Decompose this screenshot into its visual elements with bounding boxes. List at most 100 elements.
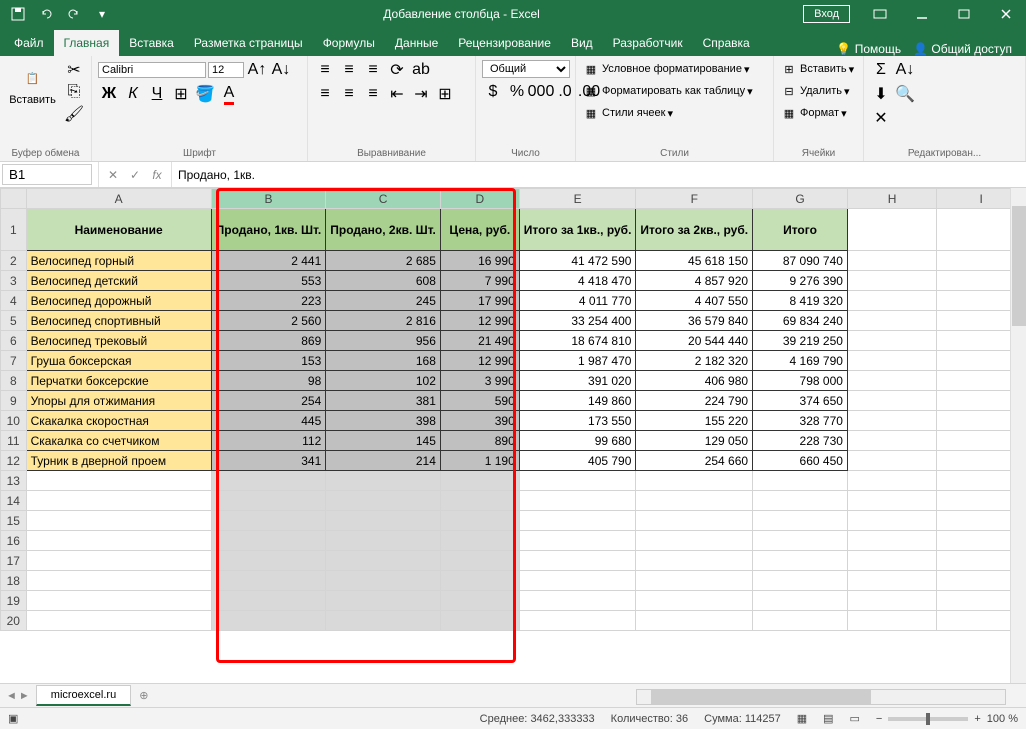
cell[interactable]: 254 <box>211 391 326 411</box>
cell[interactable]: Велосипед спортивный <box>26 311 211 331</box>
redo-icon[interactable] <box>62 3 86 25</box>
cell[interactable]: Велосипед трековый <box>26 331 211 351</box>
cell[interactable] <box>326 491 441 511</box>
cell[interactable] <box>326 471 441 491</box>
cell[interactable] <box>847 351 936 371</box>
italic-icon[interactable]: К <box>122 84 144 104</box>
cell[interactable]: 17 990 <box>440 291 519 311</box>
cell[interactable] <box>326 511 441 531</box>
cell[interactable]: 16 990 <box>440 251 519 271</box>
cell[interactable] <box>519 591 636 611</box>
cell[interactable]: 405 790 <box>519 451 636 471</box>
cell[interactable]: 7 990 <box>440 271 519 291</box>
cell[interactable] <box>326 571 441 591</box>
clear-icon[interactable]: ✕ <box>870 108 892 128</box>
cell[interactable] <box>636 511 753 531</box>
cell[interactable]: 245 <box>326 291 441 311</box>
cell[interactable]: 4 857 920 <box>636 271 753 291</box>
cell[interactable] <box>753 531 848 551</box>
cell[interactable] <box>440 511 519 531</box>
cell[interactable]: 2 441 <box>211 251 326 271</box>
tab-layout[interactable]: Разметка страницы <box>184 30 313 56</box>
cell[interactable] <box>519 531 636 551</box>
cell[interactable]: 660 450 <box>753 451 848 471</box>
cell[interactable]: Турник в дверной проем <box>26 451 211 471</box>
cell[interactable]: 2 685 <box>326 251 441 271</box>
cell[interactable]: 99 680 <box>519 431 636 451</box>
cell[interactable]: 129 050 <box>636 431 753 451</box>
cell[interactable]: 1 987 470 <box>519 351 636 371</box>
view-layout-icon[interactable]: ▤ <box>823 712 833 725</box>
row-header[interactable]: 15 <box>1 511 27 531</box>
cell[interactable]: Скакалка скоростная <box>26 411 211 431</box>
cell[interactable] <box>847 271 936 291</box>
cell[interactable] <box>440 571 519 591</box>
signin-button[interactable]: Вход <box>803 5 850 23</box>
align-left-icon[interactable]: ≡ <box>314 84 336 104</box>
cell[interactable]: 2 182 320 <box>636 351 753 371</box>
cell[interactable] <box>753 551 848 571</box>
cell[interactable] <box>26 591 211 611</box>
sheet-tab[interactable]: microexcel.ru <box>36 685 131 706</box>
cell[interactable] <box>26 531 211 551</box>
row-header[interactable]: 6 <box>1 331 27 351</box>
cell[interactable] <box>847 551 936 571</box>
cell[interactable]: 341 <box>211 451 326 471</box>
cell[interactable]: 391 020 <box>519 371 636 391</box>
zoom-in-icon[interactable]: + <box>974 713 980 725</box>
cell[interactable] <box>211 491 326 511</box>
add-sheet-icon[interactable]: ⊕ <box>131 689 156 702</box>
row-header[interactable]: 2 <box>1 251 27 271</box>
cell[interactable]: 12 990 <box>440 351 519 371</box>
comma-icon[interactable]: 000 <box>530 82 552 102</box>
align-right-icon[interactable]: ≡ <box>362 84 384 104</box>
increase-decimal-icon[interactable]: .0 <box>554 82 576 102</box>
zoom-out-icon[interactable]: − <box>876 713 882 725</box>
cell[interactable]: 149 860 <box>519 391 636 411</box>
cell[interactable]: 228 730 <box>753 431 848 451</box>
row-header[interactable]: 14 <box>1 491 27 511</box>
cell[interactable] <box>440 591 519 611</box>
cell[interactable] <box>26 511 211 531</box>
font-size-input[interactable] <box>208 62 244 78</box>
row-header[interactable]: 4 <box>1 291 27 311</box>
cell[interactable] <box>753 571 848 591</box>
fx-icon[interactable]: fx <box>147 168 167 182</box>
cell[interactable] <box>636 471 753 491</box>
cell[interactable] <box>211 531 326 551</box>
font-name-input[interactable] <box>98 62 206 78</box>
col-header-B[interactable]: B <box>211 189 326 209</box>
find-icon[interactable]: 🔍 <box>894 84 916 104</box>
cell[interactable] <box>847 371 936 391</box>
cell[interactable] <box>211 571 326 591</box>
cell[interactable]: 8 419 320 <box>753 291 848 311</box>
decrease-font-icon[interactable]: A↓ <box>270 60 292 80</box>
cell[interactable]: 12 990 <box>440 311 519 331</box>
cell[interactable]: Велосипед дорожный <box>26 291 211 311</box>
cell[interactable] <box>211 611 326 631</box>
format-table-button[interactable]: ▦Форматировать как таблицу ▾ <box>582 82 753 100</box>
tab-file[interactable]: Файл <box>4 30 54 56</box>
cell[interactable]: Упоры для отжимания <box>26 391 211 411</box>
cell[interactable] <box>519 571 636 591</box>
delete-button[interactable]: ⊟Удалить ▾ <box>780 82 850 100</box>
cell[interactable] <box>847 571 936 591</box>
cell[interactable]: 590 <box>440 391 519 411</box>
cell[interactable]: 4 011 770 <box>519 291 636 311</box>
cell[interactable] <box>440 611 519 631</box>
cell[interactable]: 398 <box>326 411 441 431</box>
cell[interactable]: 4 407 550 <box>636 291 753 311</box>
cell[interactable] <box>211 591 326 611</box>
cell[interactable] <box>847 331 936 351</box>
share-button[interactable]: 👤 Общий доступ <box>913 42 1012 56</box>
cell[interactable]: 553 <box>211 271 326 291</box>
header-cell[interactable]: Цена, руб. <box>440 209 519 251</box>
cell[interactable] <box>440 531 519 551</box>
header-cell[interactable]: Итого <box>753 209 848 251</box>
cancel-formula-icon[interactable]: ✕ <box>103 168 123 182</box>
cell[interactable] <box>326 611 441 631</box>
cell[interactable]: 223 <box>211 291 326 311</box>
copy-icon[interactable]: ⎘ <box>63 82 85 102</box>
cell[interactable] <box>326 531 441 551</box>
cell[interactable] <box>636 611 753 631</box>
